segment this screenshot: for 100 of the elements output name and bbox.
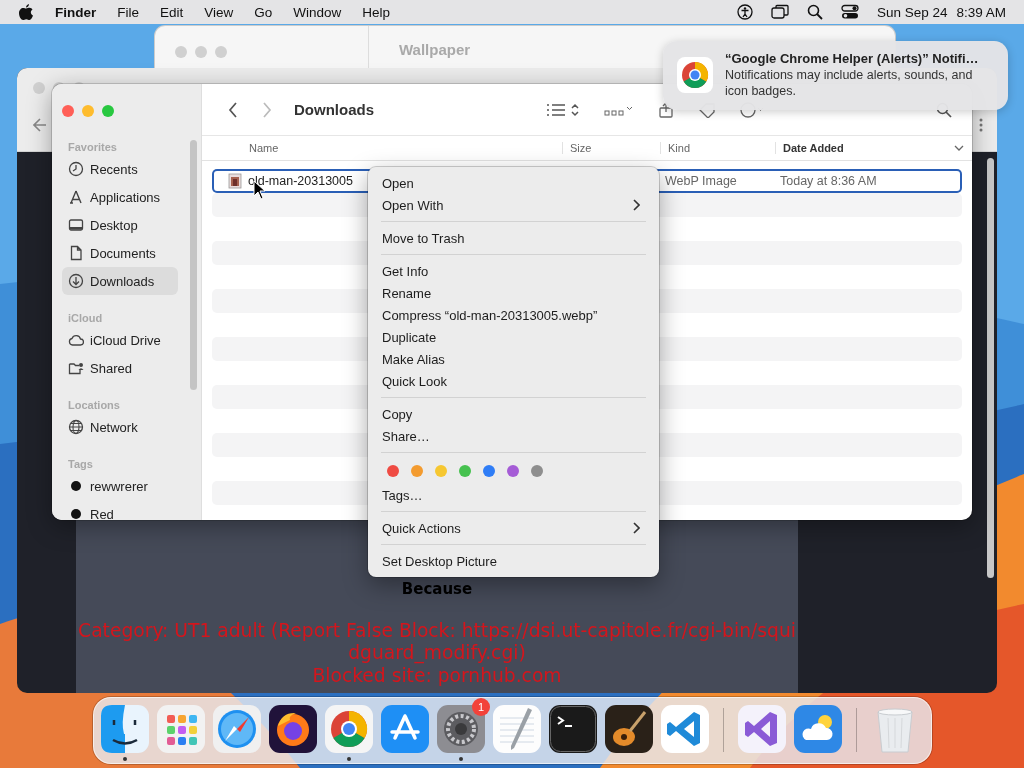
- menu-item[interactable]: Set Desktop Picture: [381, 550, 646, 572]
- code-editor-icon[interactable]: [660, 704, 710, 754]
- blocked-site-text: Blocked site: pornhub.com: [311, 664, 563, 687]
- sort-chevron-icon: [954, 145, 964, 151]
- menu-item[interactable]: Open: [381, 172, 646, 194]
- menu-item[interactable]: Rename: [381, 282, 646, 304]
- document-icon: [68, 245, 84, 261]
- sidebar-item[interactable]: Shared: [62, 354, 178, 382]
- notification-toast[interactable]: “Google Chrome Helper (Alerts)” Notifi… Notifications may include alerts, sounds, and icon badges.: [663, 41, 1008, 110]
- file-kind: WebP Image: [664, 174, 738, 188]
- weather-icon[interactable]: [793, 704, 843, 754]
- submenu-chevron-icon: [633, 199, 640, 211]
- code-editor-icon[interactable]: [737, 704, 787, 754]
- menu-item[interactable]: Make Alias: [381, 348, 646, 370]
- gear-icon[interactable]: [436, 704, 486, 754]
- app-grid-icon[interactable]: [156, 704, 206, 754]
- column-header[interactable]: Date Added: [775, 142, 972, 154]
- menu-item[interactable]: Edit: [160, 4, 184, 20]
- running-indicator: [347, 757, 351, 761]
- applications-icon: [68, 189, 84, 205]
- menu-item[interactable]: Duplicate: [381, 326, 646, 348]
- sidebar-item[interactable]: rewwrerer: [62, 472, 178, 500]
- menu-item[interactable]: Tags…: [381, 484, 646, 506]
- search-icon[interactable]: [806, 4, 823, 20]
- notification-badge: 1: [472, 698, 490, 716]
- menu-item[interactable]: Open With: [381, 194, 646, 216]
- file-date: Today at 8:36 AM: [779, 174, 878, 188]
- menu-item[interactable]: Finder: [55, 4, 97, 20]
- download-icon: [68, 273, 84, 289]
- submenu-chevron-icon: [633, 522, 640, 534]
- fox-globe-icon[interactable]: [268, 704, 318, 754]
- column-header[interactable]: Kind: [660, 142, 775, 154]
- tag-color-dot[interactable]: [435, 465, 447, 477]
- column-header[interactable]: Size: [562, 142, 660, 154]
- scrollbar[interactable]: [987, 158, 994, 578]
- window-controls-icon[interactable]: [62, 105, 114, 117]
- window-title: Downloads: [294, 101, 374, 118]
- menu-item[interactable]: Go: [254, 4, 273, 20]
- tag-color-dot[interactable]: [507, 465, 519, 477]
- tag-color-dot[interactable]: [459, 465, 471, 477]
- tag-color-dot[interactable]: [531, 465, 543, 477]
- guitar-icon[interactable]: [604, 704, 654, 754]
- sidebar-item[interactable]: Documents: [62, 239, 178, 267]
- store-icon[interactable]: [380, 704, 430, 754]
- menu-item[interactable]: View: [204, 4, 234, 20]
- sidebar-item[interactable]: Downloads: [62, 267, 178, 295]
- column-header[interactable]: Name: [210, 142, 562, 154]
- compass-icon[interactable]: [212, 704, 262, 754]
- finder-face-icon[interactable]: [100, 704, 150, 754]
- menu-item[interactable]: Quick Look: [381, 370, 646, 392]
- menu-item[interactable]: Move to Trash: [381, 227, 646, 249]
- sidebar-heading: Locations: [67, 399, 121, 411]
- page-heading: Because: [401, 579, 473, 598]
- image-file-icon: [228, 173, 242, 189]
- back-arrow-icon[interactable]: [33, 118, 47, 132]
- windows-icon[interactable]: [770, 4, 789, 20]
- list-view-icon[interactable]: [546, 101, 580, 118]
- desktop-icon: [68, 217, 84, 233]
- tag-color-dot[interactable]: [387, 465, 399, 477]
- terminal-icon[interactable]: [548, 704, 598, 754]
- sidebar-item[interactable]: iCloud Drive: [62, 326, 178, 354]
- apple-logo-icon[interactable]: [18, 3, 34, 21]
- clock-icon: [68, 161, 84, 177]
- cloud-icon: [68, 332, 84, 348]
- sidebar-heading: iCloud: [67, 312, 104, 324]
- block-category-text: Category: UT1 adult (Report False Block: https://dsi.ut-capitole.fr/cgi-bin/squidguard_modify.cgi): [77, 619, 797, 665]
- running-indicator: [459, 757, 463, 761]
- sidebar-item[interactable]: Applications: [62, 183, 178, 211]
- back-chevron-icon[interactable]: [228, 101, 238, 118]
- globe-icon: [68, 419, 84, 435]
- menu-item[interactable]: Help: [362, 4, 391, 20]
- more-menu-icon[interactable]: [979, 118, 983, 132]
- menu-item[interactable]: Compress “old-man-20313005.webp”: [381, 304, 646, 326]
- window-controls-icon: [175, 46, 227, 58]
- share-icon[interactable]: [658, 101, 674, 118]
- running-indicator: [123, 757, 127, 761]
- accessibility-icon[interactable]: [736, 4, 753, 20]
- sidebar-item[interactable]: Network: [62, 413, 178, 441]
- menubar-date: Sun Sep 24: [876, 4, 948, 20]
- sidebar-item[interactable]: Desktop: [62, 211, 178, 239]
- shared-folder-icon: [68, 360, 84, 376]
- sidebar-item[interactable]: Red: [62, 500, 178, 520]
- sidebar-item[interactable]: Recents: [62, 155, 178, 183]
- menu-item[interactable]: Copy: [381, 403, 646, 425]
- tag-color-dot[interactable]: [483, 465, 495, 477]
- browser-logo-icon: [677, 57, 713, 93]
- menubar-clock: 8:39 AM: [956, 4, 1006, 20]
- notepad-icon[interactable]: [492, 704, 542, 754]
- menu-item[interactable]: File: [117, 4, 140, 20]
- tag-color-dot[interactable]: [411, 465, 423, 477]
- menu-item[interactable]: Share…: [381, 425, 646, 447]
- notification-title: “Google Chrome Helper (Alerts)” Notifi…: [725, 51, 980, 66]
- control-center-icon[interactable]: [840, 4, 859, 20]
- menu-item[interactable]: Get Info: [381, 260, 646, 282]
- scrollbar[interactable]: [190, 140, 197, 390]
- circle-logo-icon[interactable]: [324, 704, 374, 754]
- menu-item[interactable]: Window: [293, 4, 342, 20]
- menu-item[interactable]: Quick Actions: [381, 517, 646, 539]
- forward-chevron-icon[interactable]: [262, 101, 272, 118]
- sidebar-heading: Tags: [67, 458, 94, 470]
